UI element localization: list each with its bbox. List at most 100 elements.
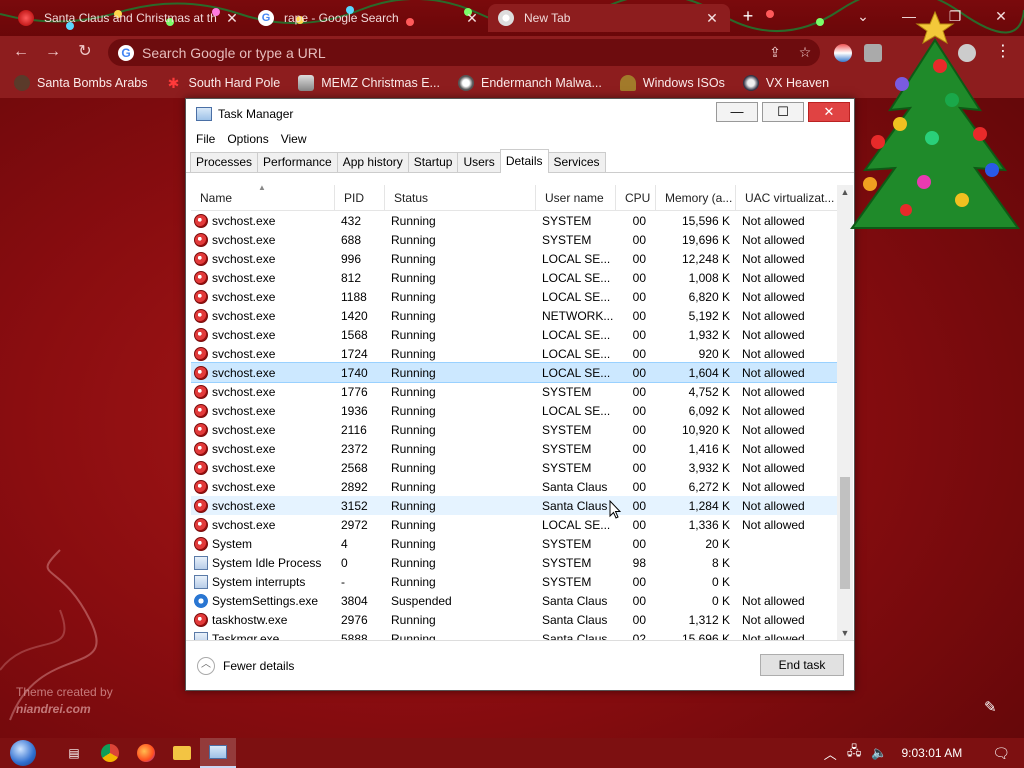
- scroll-down-icon[interactable]: ▼: [837, 626, 853, 640]
- memory-cell: 6,272 K: [688, 479, 730, 494]
- tab-processes[interactable]: Processes: [190, 152, 259, 172]
- uac-cell: Not allowed: [742, 365, 805, 380]
- bookmark-item[interactable]: MEMZ Christmas E...: [298, 75, 440, 91]
- close-tab-icon[interactable]: ✕: [224, 10, 240, 27]
- system-tray: ︿ 🖧 🔈 9:03:01 AM 🗨: [814, 738, 1024, 768]
- table-row[interactable]: svchost.exe 996 Running LOCAL SE... 00 12,248…: [191, 249, 842, 268]
- table-row[interactable]: System Idle Process 0 Running SYSTEM 98 8 K: [191, 553, 842, 572]
- process-icon: [194, 384, 208, 399]
- maximize-button[interactable]: ☐: [762, 102, 804, 122]
- column-header-status[interactable]: Status: [385, 185, 536, 210]
- tab-startup[interactable]: Startup: [407, 152, 459, 172]
- reload-icon[interactable]: ↻: [74, 42, 96, 62]
- volume-icon[interactable]: 🔈: [871, 745, 887, 761]
- bookmark-item[interactable]: Santa Bombs Arabs: [14, 75, 147, 91]
- scrollbar-thumb[interactable]: [840, 477, 850, 589]
- status-cell: Running: [391, 574, 436, 589]
- table-row[interactable]: svchost.exe 688 Running SYSTEM 00 19,696 K Not…: [191, 230, 842, 249]
- new-tab-button[interactable]: +: [738, 6, 758, 26]
- pencil-icon[interactable]: ✎: [984, 698, 997, 716]
- memory-cell: 20 K: [705, 536, 730, 551]
- table-row[interactable]: SystemSettings.exe 3804 Suspended Santa Cla…: [191, 591, 842, 610]
- bookmark-label: MEMZ Christmas E...: [321, 76, 440, 90]
- tab-performance[interactable]: Performance: [257, 152, 338, 172]
- browser-tab-google-search[interactable]: G rape - Google Search ✕: [248, 4, 490, 32]
- network-icon[interactable]: 🖧: [847, 742, 862, 764]
- show-hidden-icons-icon[interactable]: ︿: [824, 744, 837, 763]
- column-header-pid[interactable]: PID: [335, 185, 385, 210]
- table-row[interactable]: svchost.exe 1568 Running LOCAL SE... 00 1,932…: [191, 325, 842, 344]
- close-tab-icon[interactable]: ✕: [464, 10, 480, 27]
- task-view-icon[interactable]: ▤: [56, 738, 92, 768]
- table-row[interactable]: svchost.exe 2116 Running SYSTEM 00 10,920 K No…: [191, 420, 842, 439]
- user-cell: Santa Claus: [542, 498, 608, 513]
- bookmark-star-icon[interactable]: ☆: [790, 44, 820, 61]
- forward-icon[interactable]: →: [42, 42, 64, 62]
- table-row[interactable]: svchost.exe 812 Running LOCAL SE... 00 1,008 …: [191, 268, 842, 287]
- column-header-uac[interactable]: UAC virtualizat...: [736, 185, 836, 210]
- menu-file[interactable]: File: [190, 132, 221, 146]
- menu-view[interactable]: View: [275, 132, 313, 146]
- table-row[interactable]: svchost.exe 432 Running SYSTEM 00 15,596 K Not…: [191, 211, 842, 230]
- file-explorer-icon[interactable]: [164, 738, 200, 768]
- minimize-button[interactable]: —: [716, 102, 758, 122]
- uac-cell: Not allowed: [742, 251, 805, 266]
- process-name: System: [212, 536, 253, 551]
- table-row[interactable]: System 4 Running SYSTEM 00 20 K: [191, 534, 842, 553]
- pid-cell: 1568: [341, 327, 368, 342]
- table-row[interactable]: svchost.exe 1724 Running LOCAL SE... 00 920 K…: [191, 344, 842, 363]
- table-row[interactable]: svchost.exe 1776 Running SYSTEM 00 4,752 K Not…: [191, 382, 842, 401]
- tab-app-history[interactable]: App history: [336, 152, 409, 172]
- tab-details[interactable]: Details: [499, 149, 549, 173]
- table-row[interactable]: System interrupts - Running SYSTEM 00 0 K: [191, 572, 842, 591]
- uac-cell: Not allowed: [742, 460, 805, 475]
- share-icon[interactable]: ⇪: [760, 44, 790, 61]
- table-row[interactable]: Taskmgr.exe 5888 Running Santa Claus 02 15,69…: [191, 629, 842, 640]
- memory-cell: 0 K: [711, 574, 730, 589]
- end-task-button[interactable]: End task: [760, 654, 844, 676]
- table-row[interactable]: taskhostw.exe 2976 Running Santa Claus 00 1,3…: [191, 610, 842, 629]
- table-row[interactable]: svchost.exe 1420 Running NETWORK... 00 5,192 …: [191, 306, 842, 325]
- chrome-taskbar-icon[interactable]: [92, 738, 128, 768]
- back-icon[interactable]: ←: [10, 42, 32, 62]
- tab-users[interactable]: Users: [457, 152, 501, 172]
- tab-services[interactable]: Services: [547, 152, 606, 172]
- browser-tab-santa[interactable]: Santa Claus and Christmas at th ✕: [8, 4, 250, 32]
- table-row[interactable]: svchost.exe 2972 Running LOCAL SE... 00 1,336…: [191, 515, 842, 534]
- start-button[interactable]: [10, 738, 42, 768]
- bookmark-item[interactable]: ✱ South Hard Pole: [165, 75, 281, 91]
- vertical-scrollbar[interactable]: ▲ ▼: [837, 185, 853, 640]
- column-header-cpu[interactable]: CPU: [616, 185, 656, 210]
- table-row[interactable]: svchost.exe 1188 Running LOCAL SE... 00 6,820…: [191, 287, 842, 306]
- status-cell: Running: [391, 346, 436, 361]
- notifications-icon[interactable]: 🗨: [992, 745, 1010, 762]
- status-cell: Running: [391, 403, 436, 418]
- table-row[interactable]: svchost.exe 2892 Running Santa Claus 00 6,272…: [191, 477, 842, 496]
- close-tab-icon[interactable]: ✕: [704, 10, 720, 27]
- google-icon: G: [118, 44, 134, 61]
- user-cell: Santa Claus: [542, 479, 608, 494]
- column-header-user[interactable]: User name: [536, 185, 616, 210]
- process-name: svchost.exe: [212, 441, 276, 456]
- bookmark-item[interactable]: Windows ISOs: [619, 75, 725, 91]
- browser-tab-new-tab[interactable]: New Tab ✕: [488, 4, 730, 32]
- table-row[interactable]: svchost.exe 3152 Running Santa Claus 00 1,284…: [191, 496, 842, 515]
- table-row[interactable]: svchost.exe 1740 Running LOCAL SE... 00 1,604…: [191, 362, 842, 383]
- task-manager-titlebar[interactable]: Task Manager — ☐ ✕: [186, 99, 854, 129]
- process-name-cell: svchost.exe: [191, 232, 335, 247]
- table-row[interactable]: svchost.exe 2372 Running SYSTEM 00 1,416 K Not…: [191, 439, 842, 458]
- bookmark-item[interactable]: Endermanch Malwa...: [457, 75, 602, 91]
- firefox-taskbar-icon[interactable]: [128, 738, 164, 768]
- taskbar: ▤ ︿ 🖧 🔈 9:03:01 AM 🗨: [0, 738, 1024, 768]
- fewer-details-button[interactable]: ︿ Fewer details: [197, 657, 294, 675]
- table-row[interactable]: svchost.exe 1936 Running LOCAL SE... 00 6,092…: [191, 401, 842, 420]
- menu-options[interactable]: Options: [221, 132, 274, 146]
- table-row[interactable]: svchost.exe 2568 Running SYSTEM 00 3,932 K Not…: [191, 458, 842, 477]
- address-bar[interactable]: G Search Google or type a URL ⇪ ☆: [108, 39, 820, 66]
- column-header-memory[interactable]: Memory (a...: [656, 185, 736, 210]
- bookmark-item[interactable]: VX Heaven: [742, 75, 829, 91]
- process-name-cell: System Idle Process: [191, 555, 335, 570]
- clock[interactable]: 9:03:01 AM: [902, 746, 963, 760]
- cpu-cell: 00: [632, 517, 646, 532]
- task-manager-taskbar-icon[interactable]: [200, 738, 236, 768]
